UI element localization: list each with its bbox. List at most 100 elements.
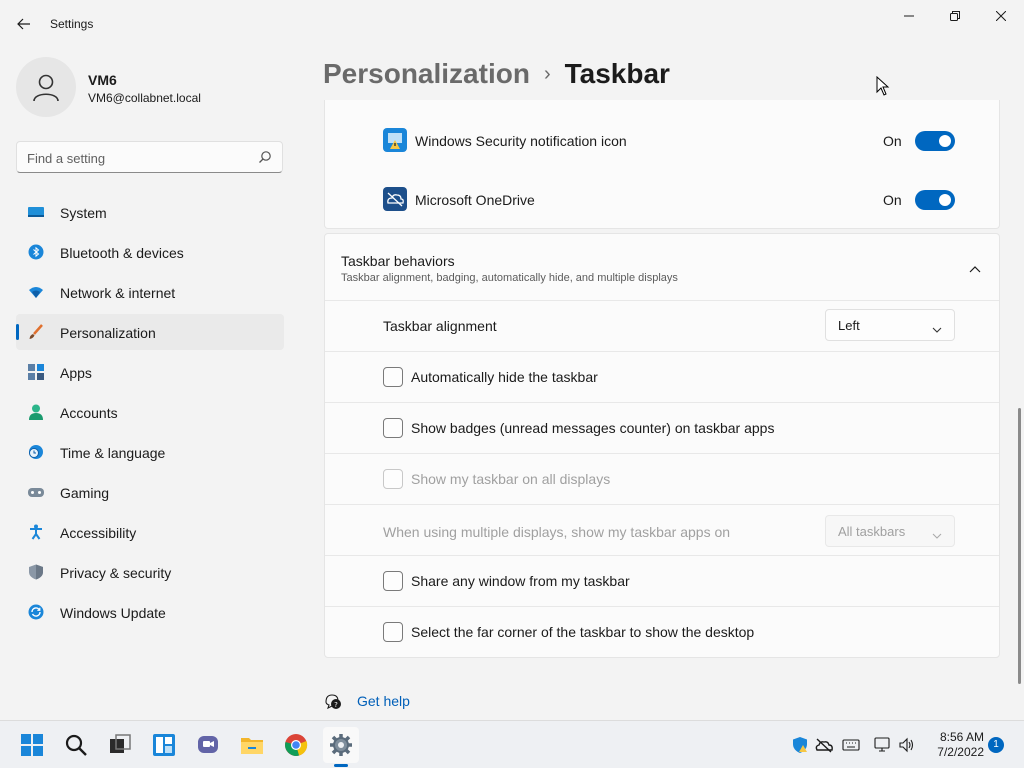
search-placeholder: Find a setting bbox=[27, 151, 106, 166]
sidebar-item-label: Windows Update bbox=[60, 605, 166, 621]
teams-chat-icon bbox=[198, 736, 218, 753]
sidebar-item-label: Accessibility bbox=[60, 525, 137, 541]
sidebar-item-windows-update[interactable]: Windows Update bbox=[16, 594, 284, 630]
search-input[interactable]: Find a setting bbox=[16, 141, 283, 173]
selection-indicator bbox=[16, 324, 19, 340]
onedrive-label: Microsoft OneDrive bbox=[415, 192, 535, 208]
start-button[interactable] bbox=[14, 727, 50, 763]
chevron-up-icon[interactable] bbox=[969, 260, 981, 278]
notification-badge[interactable]: 1 bbox=[988, 737, 1004, 753]
back-button[interactable] bbox=[8, 8, 40, 40]
active-app-indicator bbox=[334, 764, 348, 767]
accessibility-icon bbox=[28, 524, 44, 540]
breadcrumb-separator: › bbox=[543, 63, 551, 85]
sidebar-item-label: Privacy & security bbox=[60, 565, 172, 581]
widgets-button[interactable] bbox=[146, 727, 182, 763]
teams-chat-button[interactable] bbox=[190, 727, 226, 763]
sidebar-item-network[interactable]: Network & internet bbox=[16, 274, 284, 310]
sidebar-item-bluetooth[interactable]: Bluetooth & devices bbox=[16, 234, 284, 270]
wifi-icon bbox=[28, 284, 44, 300]
network-tray-icon[interactable] bbox=[872, 735, 892, 755]
search-icon bbox=[65, 734, 87, 756]
help-icon: ? bbox=[324, 692, 342, 715]
windows-security-icon bbox=[383, 128, 407, 152]
restore-icon bbox=[950, 11, 960, 21]
dropdown-value: All taskbars bbox=[838, 524, 906, 539]
sidebar-item-label: Apps bbox=[60, 365, 92, 381]
sidebar-item-label: Personalization bbox=[60, 325, 156, 341]
minimize-button[interactable] bbox=[886, 0, 932, 32]
keyboard-tray-icon[interactable] bbox=[841, 735, 861, 755]
maximize-button[interactable] bbox=[932, 0, 978, 32]
windows-security-tray-icon[interactable] bbox=[790, 735, 810, 755]
onedrive-toggle[interactable] bbox=[915, 190, 955, 210]
chevron-down-icon bbox=[932, 526, 942, 544]
tray-icon-row-onedrive: Microsoft OneDrive On bbox=[325, 170, 999, 228]
title-bar: Settings bbox=[0, 0, 1024, 48]
sidebar-item-gaming[interactable]: Gaming bbox=[16, 474, 284, 510]
badges-row: Show badges (unread messages counter) on… bbox=[325, 403, 999, 454]
page-title: Taskbar bbox=[564, 58, 670, 89]
all-displays-checkbox bbox=[383, 469, 403, 489]
section-subtitle: Taskbar alignment, badging, automaticall… bbox=[341, 272, 678, 284]
section-title: Taskbar behaviors bbox=[341, 253, 455, 269]
sidebar-item-system[interactable]: System bbox=[16, 194, 284, 230]
user-email: VM6@collabnet.local bbox=[88, 91, 201, 105]
toggle-knob bbox=[939, 135, 951, 147]
security-toggle[interactable] bbox=[915, 131, 955, 151]
far-corner-label[interactable]: Select the far corner of the taskbar to … bbox=[411, 624, 754, 640]
close-button[interactable] bbox=[978, 0, 1024, 32]
auto-hide-checkbox[interactable] bbox=[383, 367, 403, 387]
share-window-checkbox[interactable] bbox=[383, 571, 403, 591]
sidebar-item-time-language[interactable]: Time & language bbox=[16, 434, 284, 470]
taskbar-search-button[interactable] bbox=[58, 727, 94, 763]
sidebar-item-apps[interactable]: Apps bbox=[16, 354, 284, 390]
search-icon bbox=[258, 150, 272, 169]
taskbar-alignment-label: Taskbar alignment bbox=[383, 318, 497, 334]
shield-icon bbox=[28, 564, 44, 580]
multi-display-row: When using multiple displays, show my ta… bbox=[325, 505, 999, 556]
sidebar-item-accounts[interactable]: Accounts bbox=[16, 394, 284, 430]
tray-icons-card: Windows Security notification icon On Mi… bbox=[324, 100, 1000, 229]
taskbar-clock[interactable]: 8:56 AM 7/2/2022 bbox=[928, 730, 984, 760]
user-name: VM6 bbox=[88, 72, 117, 88]
back-arrow-icon bbox=[17, 18, 30, 30]
user-profile[interactable]: VM6 VM6@collabnet.local bbox=[16, 57, 286, 117]
close-icon bbox=[996, 11, 1006, 21]
dropdown-value: Left bbox=[838, 318, 860, 333]
share-window-label[interactable]: Share any window from my taskbar bbox=[411, 573, 630, 589]
taskbar-behaviors-header[interactable]: Taskbar behaviors Taskbar alignment, bad… bbox=[325, 234, 999, 301]
sidebar-item-privacy[interactable]: Privacy & security bbox=[16, 554, 284, 590]
sidebar-item-accessibility[interactable]: Accessibility bbox=[16, 514, 284, 550]
badges-label[interactable]: Show badges (unread messages counter) on… bbox=[411, 420, 774, 436]
multi-display-dropdown: All taskbars bbox=[825, 515, 955, 547]
clock-globe-icon bbox=[28, 444, 44, 460]
auto-hide-row: Automatically hide the taskbar bbox=[325, 352, 999, 403]
file-explorer-button[interactable] bbox=[234, 727, 270, 763]
update-icon bbox=[28, 604, 44, 620]
breadcrumb-parent[interactable]: Personalization bbox=[323, 58, 530, 89]
apps-icon bbox=[28, 364, 44, 380]
volume-tray-icon[interactable] bbox=[897, 735, 917, 755]
onedrive-tray-icon[interactable] bbox=[814, 735, 834, 755]
far-corner-checkbox[interactable] bbox=[383, 622, 403, 642]
scrollbar[interactable] bbox=[1018, 408, 1021, 684]
task-view-button[interactable] bbox=[102, 727, 138, 763]
brush-icon bbox=[28, 324, 44, 340]
chevron-down-icon bbox=[932, 320, 942, 338]
share-window-row: Share any window from my taskbar bbox=[325, 556, 999, 607]
security-toggle-state: On bbox=[883, 133, 902, 149]
toggle-knob bbox=[939, 194, 951, 206]
auto-hide-label[interactable]: Automatically hide the taskbar bbox=[411, 369, 598, 385]
get-help-label: Get help bbox=[357, 693, 410, 709]
chrome-button[interactable] bbox=[278, 727, 314, 763]
settings-taskbar-button[interactable] bbox=[323, 727, 359, 763]
sidebar-nav: System Bluetooth & devices Network & int… bbox=[16, 194, 284, 634]
badges-checkbox[interactable] bbox=[383, 418, 403, 438]
get-help-link[interactable]: ? Get help bbox=[324, 690, 444, 712]
person-icon bbox=[33, 74, 59, 102]
sidebar-item-personalization[interactable]: Personalization bbox=[16, 314, 284, 350]
taskbar-alignment-dropdown[interactable]: Left bbox=[825, 309, 955, 341]
all-displays-row: Show my taskbar on all displays bbox=[325, 454, 999, 505]
far-corner-row: Select the far corner of the taskbar to … bbox=[325, 607, 999, 658]
